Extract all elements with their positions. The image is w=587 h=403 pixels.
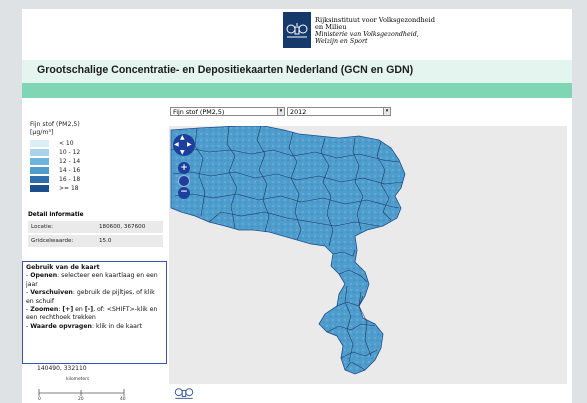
scale-line bbox=[38, 389, 125, 396]
chevron-down-icon[interactable]: ▾ bbox=[277, 108, 284, 115]
legend-label: 16 - 18 bbox=[59, 176, 81, 183]
help-open: - Openen: selecteer een kaartlaag en een… bbox=[26, 272, 158, 288]
nav-band bbox=[22, 83, 572, 98]
legend-item: 12 - 14 bbox=[30, 158, 150, 165]
legend-swatch bbox=[30, 176, 49, 183]
scale-tick: 40 bbox=[120, 397, 126, 402]
legend-label: < 10 bbox=[59, 140, 74, 147]
legend-title: Fijn stof (PM2,5) [µg/m³] bbox=[30, 121, 150, 137]
substance-select[interactable]: Fijn stof (PM2,5) ▾ bbox=[170, 107, 285, 116]
scale-tick: 0 bbox=[38, 397, 41, 402]
zoom-world-icon[interactable] bbox=[178, 175, 190, 187]
legend-item: 10 - 12 bbox=[30, 149, 150, 156]
page: Rijksinstituut voor Volksgezondheid en M… bbox=[22, 9, 572, 403]
legend-item: 16 - 18 bbox=[30, 176, 150, 183]
province-shape[interactable] bbox=[170, 126, 406, 375]
detail-row-grid: Gridcelwaarde: 15.0 bbox=[28, 235, 163, 247]
title-bar: Grootschalige Concentratie- en Depositie… bbox=[22, 60, 572, 83]
help-zoom: - Zoomen: [+] en [-], of: <SHIFT>-klik e… bbox=[26, 306, 158, 322]
chevron-down-icon[interactable]: ▾ bbox=[383, 108, 390, 115]
pan-down-icon[interactable]: ▼ bbox=[180, 149, 185, 156]
legend-label: >= 18 bbox=[59, 185, 79, 192]
zoom-out-button[interactable]: − bbox=[178, 187, 190, 199]
legend-swatch bbox=[30, 167, 49, 174]
legend-item: < 10 bbox=[30, 140, 150, 147]
legend-swatch bbox=[30, 140, 49, 147]
year-select[interactable]: 2012 ▾ bbox=[287, 107, 391, 116]
legend-swatch bbox=[30, 185, 49, 192]
province-map[interactable] bbox=[169, 126, 567, 384]
legend-title-line1: Fijn stof (PM2,5) bbox=[30, 121, 80, 128]
map-nav-controls: ▲ ▼ ◀ ▶ + − bbox=[173, 134, 195, 199]
grid-value: 15.0 bbox=[99, 238, 112, 244]
location-value: 180600, 367600 bbox=[99, 224, 146, 230]
legend-label: 14 - 16 bbox=[59, 167, 81, 174]
ministry-line2: Welzijn en Sport bbox=[315, 38, 368, 45]
rivm-emblem-icon bbox=[283, 12, 311, 48]
scale-unit: kilometers bbox=[66, 377, 90, 382]
legend-item: >= 18 bbox=[30, 185, 150, 192]
legend-swatch bbox=[30, 149, 49, 156]
map-viewport[interactable]: ▲ ▼ ◀ ▶ + − bbox=[169, 126, 567, 384]
footer-emblem-icon bbox=[174, 388, 194, 399]
ministry-line1: Ministerie van Volksgezondheid, bbox=[315, 31, 419, 38]
substance-select-value: Fijn stof (PM2,5) bbox=[173, 108, 225, 116]
help-title: Gebruik van de kaart bbox=[26, 264, 100, 271]
header: Rijksinstituut voor Volksgezondheid en M… bbox=[22, 9, 572, 60]
detail-title: Detail informatie bbox=[28, 212, 84, 218]
year-select-value: 2012 bbox=[290, 108, 307, 116]
grid-label: Gridcelwaarde: bbox=[31, 238, 74, 244]
help-value: - Waarde opvragen: klik in de kaart bbox=[26, 322, 142, 330]
legend-swatch bbox=[30, 158, 49, 165]
logo-text: Rijksinstituut voor Volksgezondheid en M… bbox=[315, 17, 435, 46]
org-name-line2: en Milieu bbox=[315, 23, 347, 31]
zoom-in-button[interactable]: + bbox=[178, 162, 190, 174]
scale-bar: kilometers 0 20 40 bbox=[32, 375, 132, 402]
legend-label: 12 - 14 bbox=[59, 158, 81, 165]
page-title: Grootschalige Concentratie- en Depositie… bbox=[37, 64, 414, 76]
location-label: Locatie: bbox=[31, 224, 54, 230]
help-move: - Verschuiven: gebruik de pijltjes, of k… bbox=[26, 289, 155, 305]
pan-up-icon[interactable]: ▲ bbox=[180, 134, 185, 141]
detail-row-location: Locatie: 180600, 367600 bbox=[28, 221, 163, 233]
scale-tick: 20 bbox=[78, 397, 84, 402]
mouse-coordinates: 140490, 332110 bbox=[37, 365, 87, 372]
pan-left-icon[interactable]: ◀ bbox=[174, 141, 179, 148]
legend-label: 10 - 12 bbox=[59, 149, 81, 156]
legend-title-line2: [µg/m³] bbox=[30, 129, 54, 136]
help-box: Gebruik van de kaart - Openen: selecteer… bbox=[22, 261, 167, 364]
pan-right-icon[interactable]: ▶ bbox=[187, 141, 192, 148]
legend-item: 14 - 16 bbox=[30, 167, 150, 174]
